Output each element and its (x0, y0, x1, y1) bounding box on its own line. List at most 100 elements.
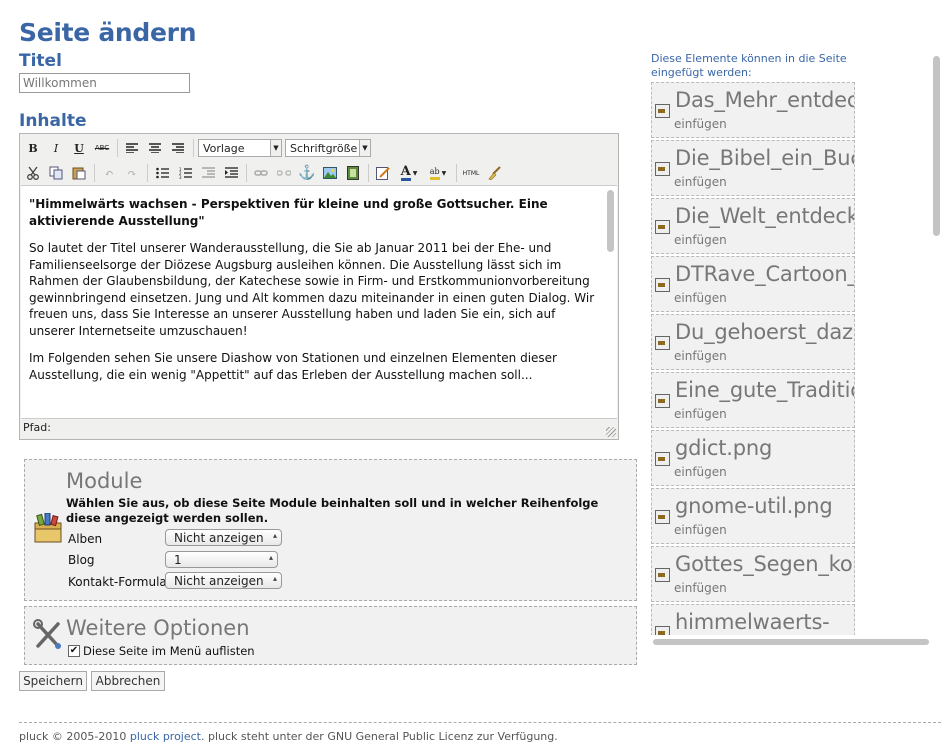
toolbar-separator (368, 164, 369, 182)
options-title: Weitere Optionen (66, 616, 250, 640)
svg-text:3: 3 (179, 175, 182, 179)
image-file-icon (655, 568, 670, 582)
insertable-item-name: Die_Bibel_ein_Buch.jpg (675, 146, 854, 170)
cut-icon[interactable] (23, 163, 43, 183)
modules-description: Wählen Sie aus, ob diese Seite Module be… (66, 496, 599, 525)
redo-icon[interactable]: ↷ (122, 163, 142, 183)
content-label: Inhalte (19, 111, 87, 131)
module-select-alben[interactable]: Nicht anzeigen ▴ (165, 529, 282, 546)
insert-link[interactable]: einfügen (674, 117, 727, 131)
insertable-item-name: Die_Welt_entdecken.jpg (675, 204, 855, 228)
anchor-icon[interactable]: ⚓ (297, 163, 317, 183)
unlink-icon[interactable] (274, 163, 294, 183)
menu-listing-label: Diese Seite im Menü auflisten (83, 644, 255, 658)
insertable-item: Die_Welt_entdecken.jpg einfügen (651, 198, 855, 254)
image-file-icon (655, 104, 670, 118)
image-icon[interactable] (320, 163, 340, 183)
outdent-icon[interactable] (198, 163, 218, 183)
underline-button[interactable]: U (69, 138, 89, 158)
toolbar-separator (94, 164, 95, 182)
indent-icon[interactable] (221, 163, 241, 183)
align-center-icon[interactable] (145, 138, 165, 158)
image-file-icon (655, 220, 670, 234)
insert-link[interactable]: einfügen (674, 581, 727, 595)
sidebar-hscrollbar-thumb[interactable] (653, 639, 929, 645)
bold-button[interactable]: B (23, 138, 43, 158)
cancel-button[interactable]: Abbrechen (91, 671, 165, 691)
sidebar-horizontal-scrollbar[interactable] (651, 637, 932, 647)
footer: pluck © 2005-2010 pluck project. pluck s… (19, 730, 558, 743)
insertable-item: gdict.png einfügen (651, 430, 855, 486)
insert-link[interactable]: einfügen (674, 407, 727, 421)
insertable-item: Eine_gute_Tradition.jpg einfügen (651, 372, 855, 428)
footer-link[interactable]: pluck project (130, 730, 201, 743)
style-select[interactable]: Vorlage ▼ (198, 139, 282, 157)
copy-icon[interactable] (46, 163, 66, 183)
resize-handle-icon[interactable] (606, 427, 616, 437)
edit-source-icon[interactable] (373, 163, 393, 183)
toolbar-separator (147, 164, 148, 182)
insert-link[interactable]: einfügen (674, 349, 727, 363)
module-select-kontakt[interactable]: Nicht anzeigen ▴ (165, 572, 282, 589)
page-title: Seite ändern (19, 18, 197, 47)
font-size-select[interactable]: Schriftgröße ▼ (285, 139, 371, 157)
title-input[interactable] (19, 73, 190, 93)
rich-text-editor: B I U ABC Vorlage ▼ Schriftgröße ▼ ↶ ↷ 1… (19, 133, 619, 440)
link-icon[interactable] (251, 163, 271, 183)
chevron-down-icon: ▼ (412, 169, 418, 177)
insertable-item: gnome-util.png einfügen (651, 488, 855, 544)
chevron-down-icon: ▼ (441, 169, 447, 177)
insertable-item-name: Eine_gute_Tradition.jpg (675, 378, 854, 402)
menu-listing-option: ✔ Diese Seite im Menü auflisten (68, 644, 255, 658)
toolbar-separator (117, 139, 118, 157)
insertable-item: Die_Bibel_ein_Buch.jpg einfügen (651, 140, 855, 196)
highlight-color-icon[interactable]: ab ▼ (425, 163, 451, 183)
chevron-down-icon: ▼ (270, 140, 281, 156)
module-select-value: 1 (174, 552, 182, 567)
insertable-item: Gottes_Segen_kommt_ur einfügen (651, 546, 855, 602)
editor-scrollbar[interactable] (604, 186, 617, 418)
sidebar-vertical-scrollbar[interactable] (932, 52, 941, 634)
italic-button[interactable]: I (46, 138, 66, 158)
options-fieldset: Weitere Optionen ✔ Diese Seite im Menü a… (24, 606, 637, 665)
cleanup-icon[interactable] (484, 163, 504, 183)
chevron-down-icon: ▼ (359, 140, 370, 156)
insert-link[interactable]: einfügen (674, 233, 727, 247)
insert-link[interactable]: einfügen (674, 291, 727, 305)
toolbar-separator (456, 164, 457, 182)
modules-box-icon (34, 513, 62, 543)
bullet-list-icon[interactable] (152, 163, 172, 183)
numbered-list-icon[interactable]: 123 (175, 163, 195, 183)
strikethrough-button[interactable]: ABC (92, 138, 112, 158)
content-paragraph: So lautet der Titel unserer Wanderausste… (29, 241, 595, 338)
editor-path-label: Pfad: (23, 421, 51, 434)
insertable-item-name: Gottes_Segen_kommt_ur (675, 552, 854, 576)
image-file-icon (655, 394, 670, 408)
image-file-icon (655, 452, 670, 466)
highlight-swatch: ab (429, 167, 440, 180)
module-select-blog[interactable]: 1 ▴ (165, 551, 278, 568)
chevron-updown-icon: ▴ (272, 574, 277, 583)
content-heading: "Himmelwärts wachsen - Perspektiven für … (29, 197, 548, 228)
undo-icon[interactable]: ↶ (99, 163, 119, 183)
editor-content-area[interactable]: "Himmelwärts wachsen - Perspektiven für … (21, 185, 617, 419)
sidebar-scrollbar-thumb[interactable] (933, 56, 940, 236)
text-color-icon[interactable]: A ▼ (396, 163, 422, 183)
insertable-item: Das_Mehr_entdecken.jpg einfügen (651, 82, 855, 138)
module-select-value: Nicht anzeigen (174, 530, 264, 545)
html-icon[interactable]: HTML (461, 163, 481, 183)
insertable-item: himmelwaerts-einfügen (651, 604, 855, 635)
image-file-icon (655, 278, 670, 292)
editor-scrollbar-thumb[interactable] (607, 190, 614, 252)
save-button[interactable]: Speichern (19, 671, 87, 691)
insert-link[interactable]: einfügen (674, 523, 727, 537)
menu-listing-checkbox[interactable]: ✔ (68, 645, 80, 657)
align-left-icon[interactable] (122, 138, 142, 158)
insert-link[interactable]: einfügen (674, 465, 727, 479)
insert-link[interactable]: einfügen (674, 175, 727, 189)
paste-icon[interactable] (69, 163, 89, 183)
align-right-icon[interactable] (168, 138, 188, 158)
modules-fieldset: Module Wählen Sie aus, ob diese Seite Mo… (24, 459, 637, 601)
media-icon[interactable] (343, 163, 363, 183)
insertable-item-name: gdict.png (675, 436, 773, 460)
